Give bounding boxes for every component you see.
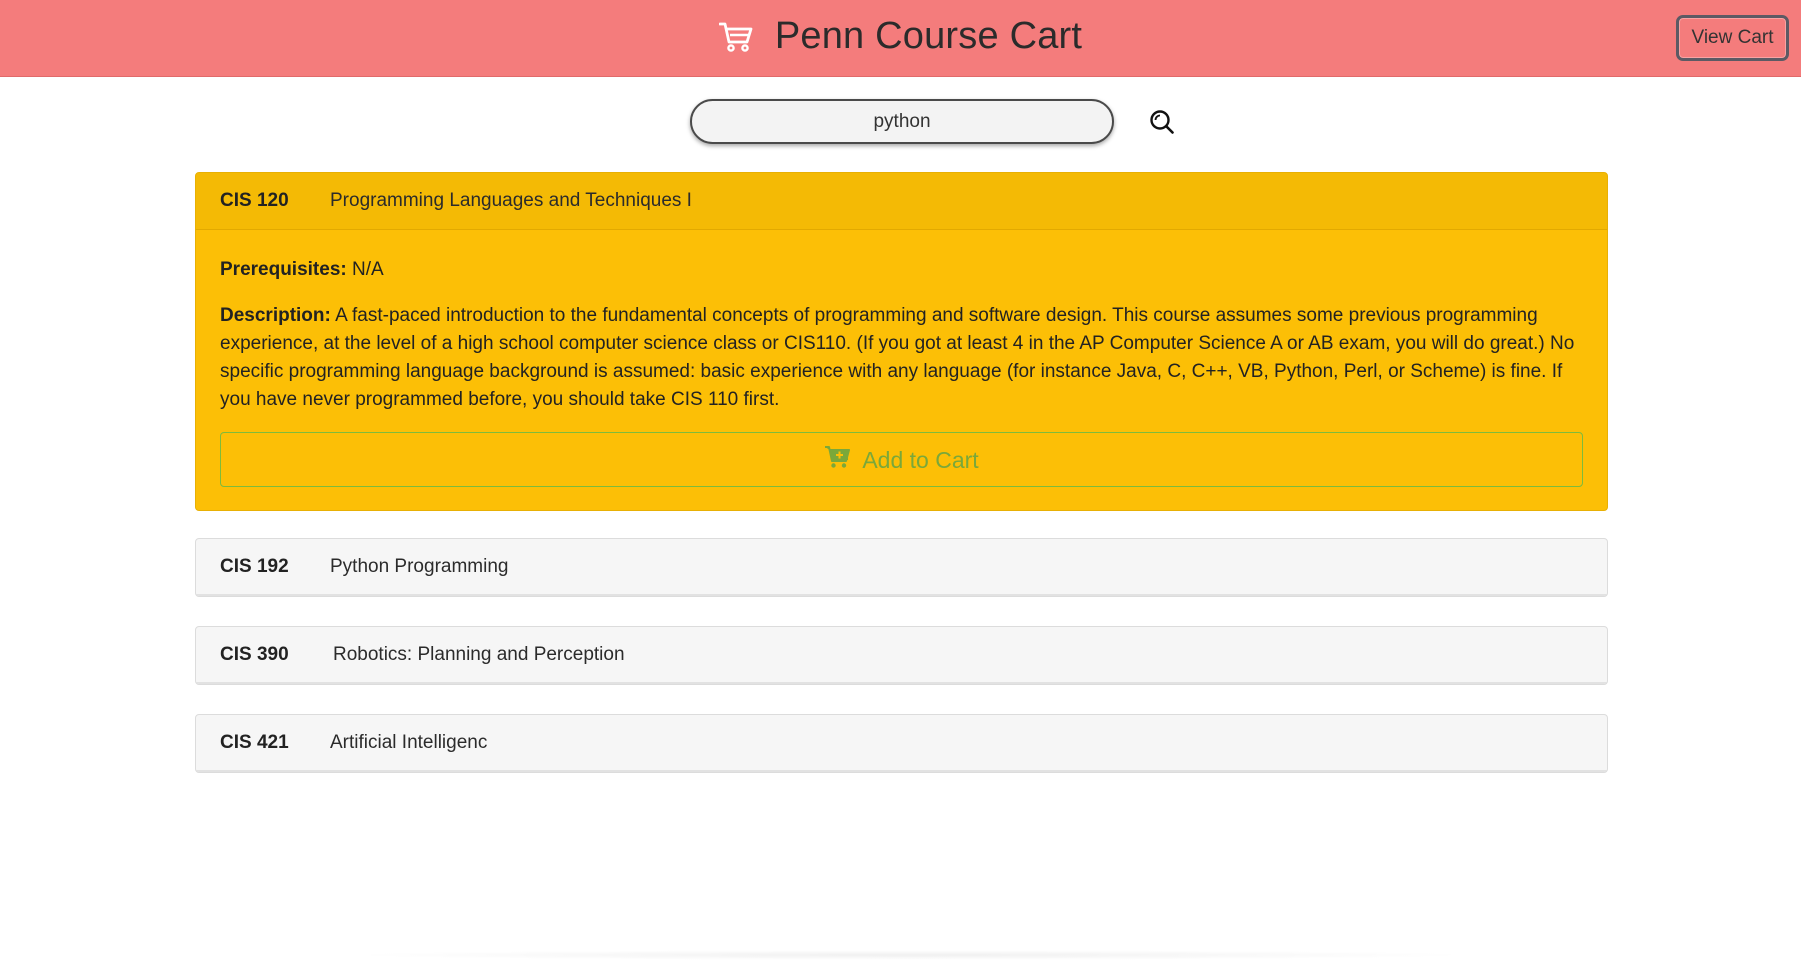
cart-icon [718,22,753,52]
page-title: Penn Course Cart [774,15,1083,57]
prerequisites-value: N/A [352,259,384,280]
top-navbar: Penn Course Cart View Cart [0,0,1801,77]
course-details: Prerequisites: N/A Description: A fast-p… [196,230,1607,510]
course-code: CIS 192 [220,555,289,577]
course-card: CIS 421 Artificial Intelligenc [195,714,1608,773]
course-card-header[interactable]: CIS 192 Python Programming [196,539,1607,596]
footer-shadow [340,950,1480,960]
search-icon [1149,109,1175,140]
prerequisites: Prerequisites: N/A [220,256,1583,284]
course-title: Python Programming [330,555,509,577]
search-bar [690,99,1114,144]
search-input[interactable] [690,99,1114,144]
course-card: CIS 192 Python Programming [195,538,1608,597]
course-title: Artificial Intelligenc [330,731,488,753]
course-code: CIS 120 [220,190,289,211]
course-card-header[interactable]: CIS 120 Programming Languages and Techni… [196,173,1607,230]
description: Description: A fast-paced introduction t… [220,302,1583,414]
description-label: Description: [220,305,331,326]
prerequisites-label: Prerequisites: [220,259,347,280]
add-to-cart-label: Add to Cart [862,446,979,473]
course-card-header[interactable]: CIS 390 Robotics: Planning and Perceptio… [196,627,1607,684]
view-cart-button[interactable]: View Cart [1676,15,1789,61]
course-list: CIS 120 Programming Languages and Techni… [195,172,1608,802]
course-code: CIS 390 [220,643,289,665]
description-text: A fast-paced introduction to the fundame… [220,305,1575,410]
course-title: Robotics: Planning and Perception [333,643,625,665]
add-to-cart-button[interactable]: Add to Cart [220,432,1583,487]
search-button[interactable] [1148,109,1176,140]
course-title: Programming Languages and Techniques I [330,190,692,211]
course-code: CIS 421 [220,731,289,753]
brand: Penn Course Cart [0,0,1801,73]
course-card-header[interactable]: CIS 421 Artificial Intelligenc [196,715,1607,772]
course-card: CIS 390 Robotics: Planning and Perceptio… [195,626,1608,685]
course-card: CIS 120 Programming Languages and Techni… [195,172,1608,511]
cart-plus-icon [824,445,851,475]
